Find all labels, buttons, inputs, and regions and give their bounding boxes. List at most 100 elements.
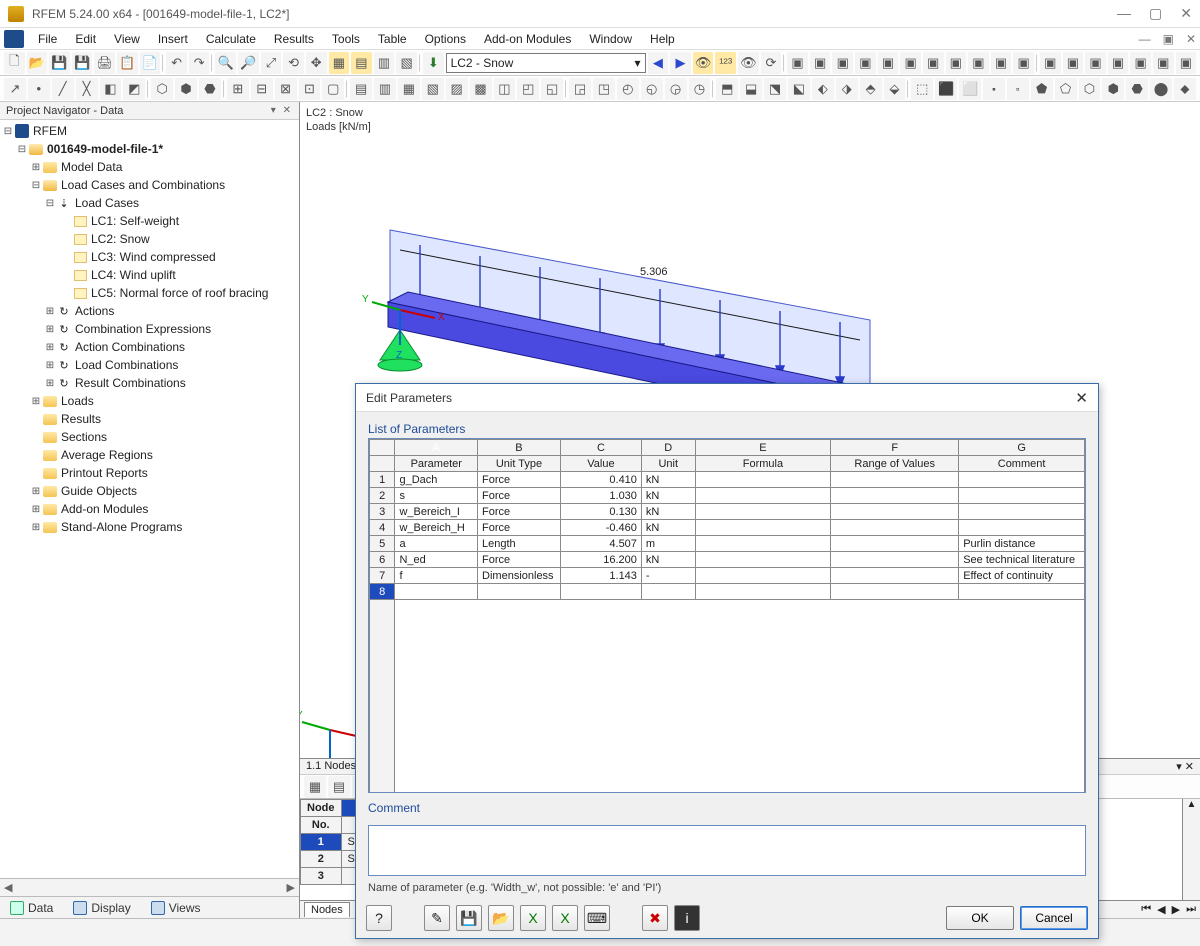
tb2-av-icon[interactable]: ⬤ xyxy=(1150,78,1172,100)
tb2-w-icon[interactable]: ◱ xyxy=(541,78,563,100)
tb-lc-icon[interactable]: ⬇ xyxy=(423,52,444,74)
tb2-ag-icon[interactable]: ⬕ xyxy=(788,78,810,100)
tree-standalone[interactable]: Stand-Alone Programs xyxy=(61,520,182,534)
tb2-c-icon[interactable]: ╱ xyxy=(52,78,74,100)
nodes-nav-first-icon[interactable]: ⏮ xyxy=(1141,903,1151,916)
tree-loads[interactable]: Loads xyxy=(61,394,94,408)
tb2-ae-icon[interactable]: ⬓ xyxy=(740,78,762,100)
nodes-nav-next-icon[interactable]: ▶ xyxy=(1172,903,1180,916)
tree-lc4[interactable]: LC4: Wind uplift xyxy=(91,268,176,282)
tb-view4-icon[interactable]: ▧ xyxy=(396,52,417,74)
tb-misc12-icon[interactable]: ▣ xyxy=(1040,52,1061,74)
close-button[interactable]: ✕ xyxy=(1180,5,1192,22)
tree-root[interactable]: RFEM xyxy=(33,124,67,138)
tb-misc3-icon[interactable]: ▣ xyxy=(832,52,853,74)
tb-misc14-icon[interactable]: ▣ xyxy=(1085,52,1106,74)
mdi-minimize-icon[interactable]: — xyxy=(1139,32,1151,46)
tb2-aj-icon[interactable]: ⬘ xyxy=(860,78,882,100)
tree-printout[interactable]: Printout Reports xyxy=(61,466,148,480)
tb2-d-icon[interactable]: ╳ xyxy=(76,78,98,100)
tree-action-comb[interactable]: Action Combinations xyxy=(75,340,185,354)
tb-view2-icon[interactable]: ▤ xyxy=(351,52,372,74)
tb2-u-icon[interactable]: ◫ xyxy=(494,78,516,100)
ok-button[interactable]: OK xyxy=(946,906,1014,930)
tree-model-data[interactable]: Model Data xyxy=(61,160,122,174)
tb2-ao-icon[interactable]: ⬝ xyxy=(983,78,1005,100)
table-row[interactable]: 5aLength4.507mPurlin distance xyxy=(370,536,1085,552)
tb2-aa-icon[interactable]: ◵ xyxy=(641,78,663,100)
tb-misc18-icon[interactable]: ▣ xyxy=(1176,52,1197,74)
table-row[interactable]: 3w_Bereich_IForce0.130kN xyxy=(370,504,1085,520)
tb2-z-icon[interactable]: ◴ xyxy=(617,78,639,100)
tb-print-icon[interactable]: 🖨 xyxy=(94,52,115,74)
tb-numbers-icon[interactable]: ¹²³ xyxy=(715,52,736,74)
tree-sections[interactable]: Sections xyxy=(61,430,107,444)
tb2-as-icon[interactable]: ⬡ xyxy=(1079,78,1101,100)
nodes-nav-prev-icon[interactable]: ◀ xyxy=(1157,903,1165,916)
tb-misc8-icon[interactable]: ▣ xyxy=(946,52,967,74)
tb-misc11-icon[interactable]: ▣ xyxy=(1013,52,1034,74)
mdi-restore-icon[interactable]: ▣ xyxy=(1163,32,1174,46)
load-case-dropdown[interactable]: LC2 - Snow ▾ xyxy=(446,53,646,73)
tb2-i-icon[interactable]: ⬣ xyxy=(199,78,221,100)
dialog-close-icon[interactable]: ✕ xyxy=(1075,389,1088,407)
tb-misc10-icon[interactable]: ▣ xyxy=(991,52,1012,74)
nav-tab-data[interactable]: Data xyxy=(4,899,59,917)
tb-misc9-icon[interactable]: ▣ xyxy=(968,52,989,74)
tb2-p-icon[interactable]: ▥ xyxy=(374,78,396,100)
tb2-ak-icon[interactable]: ⬙ xyxy=(884,78,906,100)
tb2-au-icon[interactable]: ⬣ xyxy=(1126,78,1148,100)
tree-comb-expr[interactable]: Combination Expressions xyxy=(75,322,211,336)
tb2-af-icon[interactable]: ⬔ xyxy=(764,78,786,100)
table-row[interactable]: 7fDimensionless1.143-Effect of continuit… xyxy=(370,568,1085,584)
tree-model[interactable]: 001649-model-file-1* xyxy=(47,142,163,156)
maximize-button[interactable]: ▢ xyxy=(1149,5,1162,22)
tb2-aw-icon[interactable]: ⬥ xyxy=(1174,78,1196,100)
tb-new-icon[interactable]: 🗋 xyxy=(4,52,25,74)
parameters-grid[interactable]: A B C D E F G Parameter Unit Type Value … xyxy=(368,438,1086,793)
tb2-j-icon[interactable]: ⊞ xyxy=(227,78,249,100)
menu-options[interactable]: Options xyxy=(417,30,474,48)
footer-excel-icon[interactable]: X xyxy=(520,905,546,931)
tb2-al-icon[interactable]: ⬚ xyxy=(911,78,933,100)
navigator-tree[interactable]: ⊟RFEM ⊟001649-model-file-1* ⊞Model Data … xyxy=(0,120,299,878)
tb2-t-icon[interactable]: ▩ xyxy=(470,78,492,100)
footer-excel2-icon[interactable]: X xyxy=(552,905,578,931)
tb2-ap-icon[interactable]: ⬞ xyxy=(1007,78,1029,100)
tb2-f-icon[interactable]: ◩ xyxy=(123,78,145,100)
tree-addon[interactable]: Add-on Modules xyxy=(61,502,148,516)
tree-actions[interactable]: Actions xyxy=(75,304,114,318)
tree-lc-comb[interactable]: Load Cases and Combinations xyxy=(61,178,225,192)
tb2-s-icon[interactable]: ▨ xyxy=(446,78,468,100)
tb-undo-icon[interactable]: ↶ xyxy=(166,52,187,74)
tb-misc16-icon[interactable]: ▣ xyxy=(1130,52,1151,74)
menu-table[interactable]: Table xyxy=(370,30,415,48)
tb-refresh-icon[interactable]: ⟳ xyxy=(761,52,782,74)
tb-misc2-icon[interactable]: ▣ xyxy=(810,52,831,74)
tb-show-icon[interactable]: 👁 xyxy=(693,52,714,74)
tb2-y-icon[interactable]: ◳ xyxy=(593,78,615,100)
tb-misc5-icon[interactable]: ▣ xyxy=(878,52,899,74)
tb2-at-icon[interactable]: ⬢ xyxy=(1102,78,1124,100)
footer-calc-icon[interactable]: ⌨ xyxy=(584,905,610,931)
tb-nextlc-icon[interactable]: ▶ xyxy=(670,52,691,74)
nav-tab-display[interactable]: Display xyxy=(67,899,136,917)
nodes-tb1-icon[interactable]: ▦ xyxy=(304,776,326,798)
tb-misc7-icon[interactable]: ▣ xyxy=(923,52,944,74)
tree-results[interactable]: Results xyxy=(61,412,101,426)
tb2-k-icon[interactable]: ⊟ xyxy=(251,78,273,100)
tree-load-comb[interactable]: Load Combinations xyxy=(75,358,178,372)
tb2-e-icon[interactable]: ◧ xyxy=(100,78,122,100)
tb2-ar-icon[interactable]: ⬠ xyxy=(1055,78,1077,100)
tb2-ad-icon[interactable]: ⬒ xyxy=(716,78,738,100)
tb-doc-icon[interactable]: 📄 xyxy=(140,52,161,74)
tb2-h-icon[interactable]: ⬢ xyxy=(175,78,197,100)
tb-misc1-icon[interactable]: ▣ xyxy=(787,52,808,74)
menu-window[interactable]: Window xyxy=(581,30,640,48)
tb2-am-icon[interactable]: ⬛ xyxy=(935,78,957,100)
tb-fit-icon[interactable]: ⤢ xyxy=(261,52,282,74)
tree-result-comb[interactable]: Result Combinations xyxy=(75,376,186,390)
tb2-n-icon[interactable]: ▢ xyxy=(322,78,344,100)
menu-help[interactable]: Help xyxy=(642,30,683,48)
table-row[interactable]: 4w_Bereich_HForce-0.460kN xyxy=(370,520,1085,536)
